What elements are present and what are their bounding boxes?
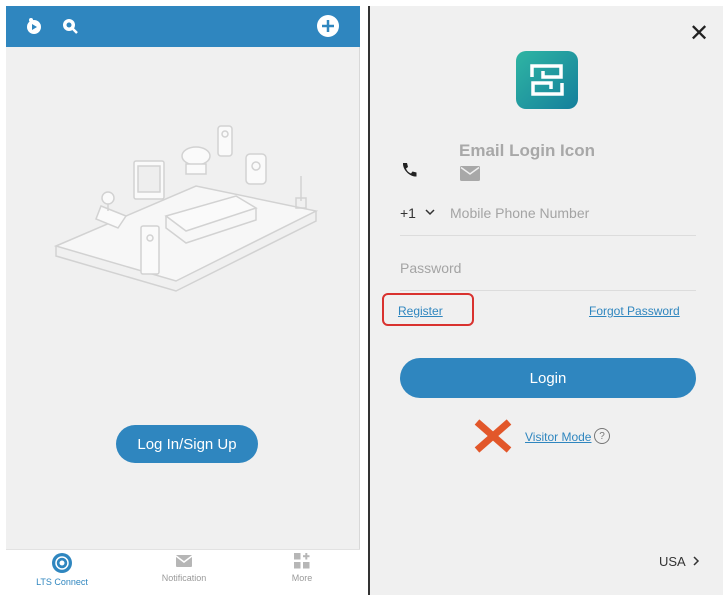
- password-input[interactable]: [398, 257, 694, 279]
- lts-connect-icon: [52, 553, 72, 573]
- email-login-label: Email Login Icon: [459, 141, 596, 160]
- tab-more[interactable]: More: [252, 552, 352, 596]
- chevron-right-icon[interactable]: [691, 555, 701, 567]
- register-link[interactable]: Register: [398, 304, 443, 318]
- app-logo: [516, 51, 578, 109]
- region-selector[interactable]: USA: [659, 554, 686, 569]
- tab-label: Notification: [161, 573, 207, 583]
- password-divider: [400, 290, 696, 291]
- playback-icon[interactable]: [24, 16, 44, 36]
- login-button[interactable]: Login: [400, 358, 696, 398]
- app-header: [6, 6, 360, 47]
- forgot-password-link[interactable]: Forgot Password: [589, 304, 680, 318]
- login-label: Login: [529, 369, 567, 387]
- add-device-icon[interactable]: [316, 14, 340, 38]
- chevron-down-icon[interactable]: [424, 206, 436, 218]
- devices-illustration: [53, 125, 319, 292]
- phone-icon[interactable]: [400, 161, 418, 179]
- grid-plus-icon: [294, 553, 310, 569]
- tab-lts-connect[interactable]: LTS Connect: [12, 552, 112, 596]
- tab-label: LTS Connect: [36, 577, 88, 587]
- red-cross-mark: [474, 419, 512, 453]
- tab-notification[interactable]: Notification: [134, 552, 234, 596]
- login-signup-label: Log In/Sign Up: [137, 435, 237, 453]
- login-screen: ✕ Email Login Icon +1 Register Forgot Pa…: [368, 6, 723, 595]
- country-code[interactable]: +1: [400, 205, 416, 221]
- visitor-mode-link[interactable]: Visitor Mode: [525, 430, 591, 444]
- search-device-icon[interactable]: [60, 16, 80, 36]
- tab-label: More: [291, 573, 313, 583]
- app-logo-icon: [530, 64, 564, 96]
- login-signup-button[interactable]: Log In/Sign Up: [116, 425, 258, 463]
- left-screen: Log In/Sign Up LTS Connect Notification …: [6, 6, 360, 595]
- phone-number-input[interactable]: [448, 202, 694, 224]
- close-icon[interactable]: ✕: [687, 22, 711, 46]
- help-icon[interactable]: ?: [594, 428, 610, 444]
- mail-icon: [175, 555, 193, 567]
- bottom-tab-bar: LTS Connect Notification More: [6, 549, 360, 595]
- mail-icon[interactable]: [460, 166, 480, 181]
- phone-divider: [400, 235, 696, 236]
